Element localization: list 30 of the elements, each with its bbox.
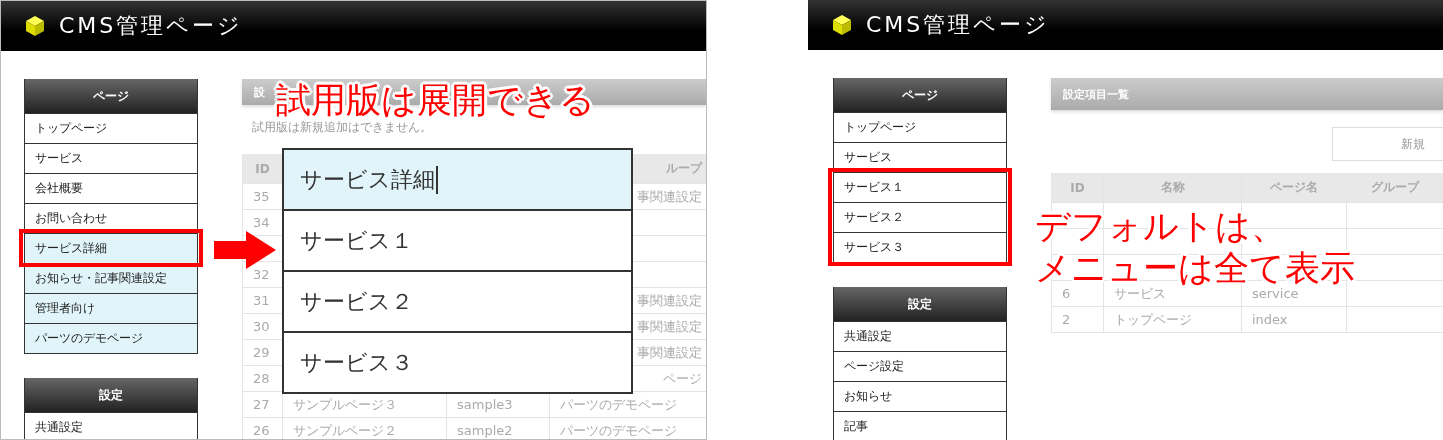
menu-heading: 設定 (25, 378, 197, 412)
menu-item[interactable]: 管理者向け (25, 293, 197, 323)
annotation-text: デフォルトは、 (1035, 205, 1286, 247)
menu-item[interactable]: サービス詳細 (25, 233, 197, 263)
menu-heading: 設定 (834, 287, 1006, 321)
cube-logo-icon (25, 15, 45, 37)
site-title: CMS管理ページ (866, 11, 1051, 39)
arrow-icon (214, 231, 276, 269)
table-cell: 2 (1051, 307, 1103, 332)
cube-logo-icon (832, 14, 852, 36)
dropdown-item[interactable]: サービス詳細 (284, 150, 631, 209)
menu-heading: ページ (25, 79, 197, 113)
site-title: CMS管理ページ (59, 12, 244, 40)
table-cell: index (1241, 307, 1346, 332)
table-cell: sample2 (446, 418, 549, 439)
text-cursor-icon (436, 165, 438, 194)
section-title: 設定項目一覧 (1051, 78, 1443, 110)
column-header: 名称 (1103, 173, 1241, 202)
menu-heading: ページ (834, 78, 1006, 112)
table-cell: 6 (1051, 281, 1103, 306)
menu-item[interactable]: パーツのデモページ (25, 323, 197, 353)
table-cell: サンプルページ２ (282, 418, 446, 439)
column-header: ID (1051, 173, 1103, 202)
table-cell: トップページ (1103, 307, 1241, 332)
table-cell: パーツのデモページ (549, 418, 706, 439)
column-header: グループ (1346, 173, 1443, 202)
column-header: ページ名 (1241, 173, 1346, 202)
annotation-text: 試用版は展開できる (276, 79, 595, 121)
notice-text: 試用版は新規追加はできません。 (252, 119, 433, 136)
table-cell: 26 (242, 418, 282, 439)
